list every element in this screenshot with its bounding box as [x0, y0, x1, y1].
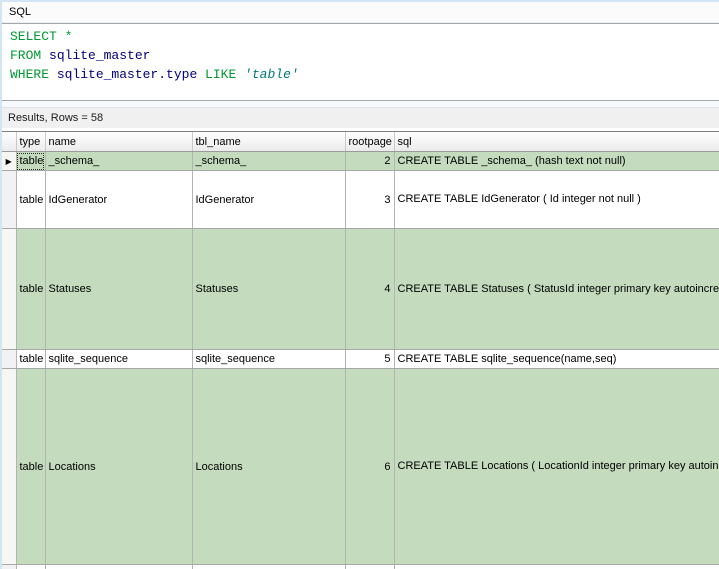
- cell-type[interactable]: table: [16, 368, 46, 565]
- sql-editor-line: FROM sqlite_master: [10, 46, 719, 65]
- cell-tbl-name[interactable]: [192, 564, 346, 569]
- cell-name[interactable]: sqlite_sequence: [45, 349, 193, 369]
- results-table: type name tbl_name rootpage sql ▶ table …: [2, 132, 719, 569]
- sql-panel-header: SQL: [2, 0, 719, 23]
- current-row-marker-icon: ▶: [5, 157, 12, 166]
- cell-rootpage[interactable]: [345, 564, 395, 569]
- row-selector[interactable]: [2, 349, 17, 369]
- sql-keyword: LIKE: [205, 67, 237, 82]
- cell-tbl-name[interactable]: Statuses: [192, 228, 346, 350]
- column-header-tbl-name[interactable]: tbl_name: [192, 132, 346, 152]
- column-header-type[interactable]: type: [16, 132, 46, 152]
- row-selector-header[interactable]: [2, 132, 17, 152]
- cell-rootpage[interactable]: 4: [345, 228, 395, 350]
- cell-name[interactable]: IdGenerator: [45, 170, 193, 229]
- cell-sql[interactable]: CREATE TABLE Locations ( LocationId inte…: [394, 368, 719, 565]
- sql-editor[interactable]: SELECT * FROM sqlite_master WHERE sqlite…: [2, 23, 719, 101]
- cell-rootpage[interactable]: 2: [345, 151, 395, 171]
- cell-tbl-name[interactable]: IdGenerator: [192, 170, 346, 229]
- cell-rootpage[interactable]: 5: [345, 349, 395, 369]
- sql-identifier: sqlite_master: [41, 48, 151, 63]
- cell-sql[interactable]: CREATE TABLE _schema_ (hash text not nul…: [394, 151, 719, 171]
- row-selector[interactable]: [2, 228, 17, 350]
- sql-identifier: sqlite_master.type: [49, 67, 206, 82]
- sql-string-literal: 'table': [236, 67, 299, 82]
- results-header: Results, Rows = 58: [2, 107, 719, 128]
- sql-query-tool-window: SQL SELECT * FROM sqlite_master WHERE sq…: [0, 0, 719, 569]
- cell-type[interactable]: [16, 564, 46, 569]
- cell-sql[interactable]: CREATE TABLE sqlite_sequence(name,seq): [394, 349, 719, 369]
- row-selector[interactable]: [2, 368, 17, 565]
- row-selector[interactable]: [2, 170, 17, 229]
- row-selector[interactable]: [2, 564, 17, 569]
- column-header-rootpage[interactable]: rootpage: [345, 132, 395, 152]
- cell-name[interactable]: Statuses: [45, 228, 193, 350]
- table-row[interactable]: table Locations Locations 6 CREATE TABLE…: [2, 368, 719, 565]
- sql-editor-line: SELECT *: [10, 27, 719, 46]
- cell-rootpage[interactable]: 6: [345, 368, 395, 565]
- cell-sql[interactable]: CREATE TABLE Statuses ( StatusId integer…: [394, 228, 719, 350]
- cell-sql[interactable]: CREATE TABLE IdGenerator ( Id integer no…: [394, 170, 719, 229]
- results-grid[interactable]: type name tbl_name rootpage sql ▶ table …: [2, 131, 719, 569]
- sql-keyword: FROM: [10, 48, 42, 63]
- cell-rootpage[interactable]: 3: [345, 170, 395, 229]
- cell-sql[interactable]: [394, 564, 719, 569]
- sql-keyword: WHERE: [10, 67, 50, 82]
- cell-type[interactable]: table: [16, 349, 46, 369]
- cell-tbl-name[interactable]: sqlite_sequence: [192, 349, 346, 369]
- cell-type[interactable]: table: [16, 228, 46, 350]
- sql-editor-line: WHERE sqlite_master.type LIKE 'table': [10, 65, 719, 84]
- column-header-sql[interactable]: sql: [394, 132, 719, 152]
- cell-name[interactable]: Locations: [45, 368, 193, 565]
- cell-type[interactable]: table: [16, 170, 46, 229]
- column-header-name[interactable]: name: [45, 132, 193, 152]
- grid-header-row: type name tbl_name rootpage sql: [2, 132, 719, 152]
- table-row[interactable]: table sqlite_sequence sqlite_sequence 5 …: [2, 349, 719, 369]
- cell-name[interactable]: _schema_: [45, 151, 193, 171]
- table-row[interactable]: ▶ table _schema_ _schema_ 2 CREATE TABLE…: [2, 151, 719, 171]
- cell-type[interactable]: table: [16, 151, 46, 171]
- table-row[interactable]: table Statuses Statuses 4 CREATE TABLE S…: [2, 228, 719, 350]
- table-row-partial[interactable]: [2, 564, 719, 569]
- table-row[interactable]: table IdGenerator IdGenerator 3 CREATE T…: [2, 170, 719, 229]
- sql-panel-title: SQL: [9, 6, 32, 18]
- row-selector[interactable]: ▶: [2, 151, 17, 171]
- cell-name[interactable]: [45, 564, 193, 569]
- cell-tbl-name[interactable]: _schema_: [192, 151, 346, 171]
- sql-keyword: SELECT *: [10, 29, 73, 44]
- results-status-text: Results, Rows = 58: [8, 112, 104, 124]
- cell-tbl-name[interactable]: Locations: [192, 368, 346, 565]
